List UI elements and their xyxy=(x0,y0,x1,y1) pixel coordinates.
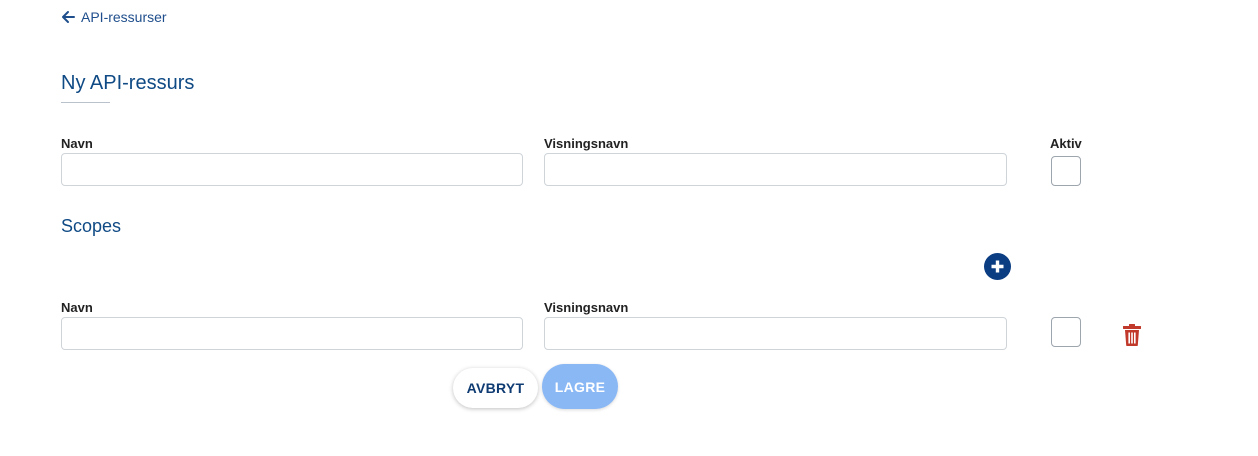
plus-circle-icon xyxy=(991,260,1004,273)
save-button[interactable]: LAGRE xyxy=(542,364,618,409)
delete-scope-button[interactable] xyxy=(1122,323,1142,347)
scope-checkbox[interactable] xyxy=(1051,317,1081,347)
scope-name-label: Navn xyxy=(61,300,93,315)
display-name-input[interactable] xyxy=(544,153,1007,186)
active-label: Aktiv xyxy=(1050,136,1082,151)
cancel-button[interactable]: AVBRYT xyxy=(453,368,538,408)
active-checkbox[interactable] xyxy=(1051,156,1081,186)
page-title: Ny API-ressurs xyxy=(61,72,195,94)
arrow-left-icon xyxy=(62,11,75,23)
back-link[interactable]: API-ressurser xyxy=(61,9,167,25)
scope-display-name-input[interactable] xyxy=(544,317,1007,350)
back-link-label: API-ressurser xyxy=(81,9,167,25)
name-input[interactable] xyxy=(61,153,523,186)
scope-display-name-label: Visningsnavn xyxy=(544,300,629,315)
add-scope-button[interactable] xyxy=(984,253,1011,280)
scopes-title: Scopes xyxy=(61,216,122,236)
name-label: Navn xyxy=(61,136,93,151)
page: API-ressurser Ny API-ressurs Navn Visnin… xyxy=(0,0,1258,456)
scope-name-input[interactable] xyxy=(61,317,523,350)
title-underline xyxy=(61,102,110,103)
trash-icon xyxy=(1123,324,1141,346)
display-name-label: Visningsnavn xyxy=(544,136,629,151)
